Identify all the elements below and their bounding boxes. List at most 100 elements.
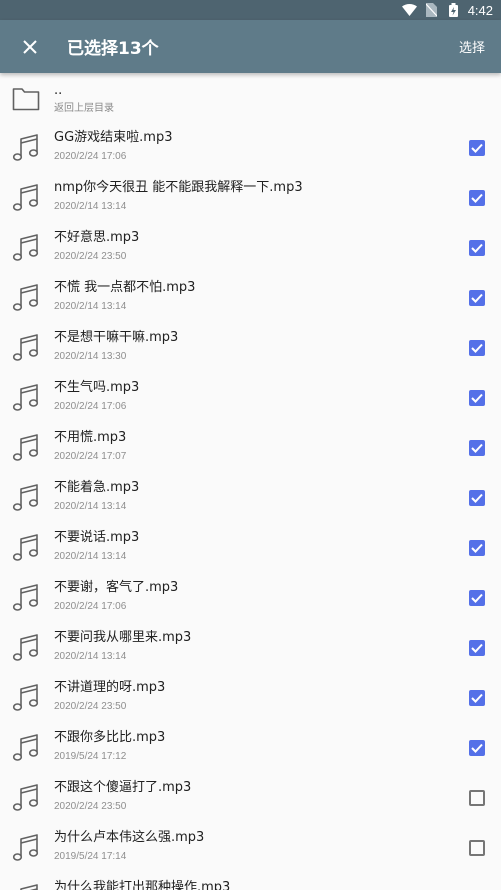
file-name: 不是想干嘛干嘛.mp3 xyxy=(54,330,179,345)
file-date: 2020/2/14 13:30 xyxy=(54,351,127,362)
list-item[interactable]: 不能着急.mp3 2020/2/14 13:14 xyxy=(0,473,501,523)
select-button[interactable]: 选择 xyxy=(459,37,485,56)
list-item[interactable]: 不是想干嘛干嘛.mp3 2020/2/14 13:30 xyxy=(0,323,501,373)
file-date: 2020/2/14 13:14 xyxy=(54,651,127,662)
parent-directory-row[interactable]: .. 返回上层目录 xyxy=(0,73,501,123)
music-note-icon xyxy=(12,734,39,761)
file-date: 2020/2/14 13:14 xyxy=(54,501,127,512)
wifi-icon xyxy=(402,2,418,18)
music-note-icon xyxy=(12,584,39,611)
music-note-icon xyxy=(12,784,39,811)
checkmark-icon xyxy=(471,643,483,653)
file-checkbox[interactable] xyxy=(469,640,485,656)
list-item[interactable]: GG游戏结束啦.mp3 2020/2/24 17:06 xyxy=(0,123,501,173)
music-note-icon xyxy=(12,184,39,211)
file-date: 2020/2/24 17:07 xyxy=(54,451,127,462)
file-name: 不能着急.mp3 xyxy=(54,480,140,495)
battery-icon xyxy=(446,2,462,18)
file-name: 不要谢，客气了.mp3 xyxy=(54,580,179,595)
close-icon xyxy=(23,39,37,54)
music-note-icon xyxy=(20,884,38,890)
file-checkbox[interactable] xyxy=(469,740,485,756)
list-item[interactable]: 不要说话.mp3 2020/2/14 13:14 xyxy=(0,523,501,573)
list-item[interactable]: 不用慌.mp3 2020/2/24 17:07 xyxy=(0,423,501,473)
file-checkbox[interactable] xyxy=(469,190,485,206)
list-item[interactable]: 不好意思.mp3 2020/2/24 23:50 xyxy=(0,223,501,273)
file-list: .. 返回上层目录 GG游戏结束啦.mp3 2020/2/24 17:06 nmp你… xyxy=(0,73,501,890)
status-bar: 4:42 xyxy=(0,0,501,20)
music-note-icon xyxy=(12,234,39,261)
file-checkbox[interactable] xyxy=(469,390,485,406)
file-checkbox[interactable] xyxy=(469,840,485,856)
music-note-icon xyxy=(12,634,39,661)
page-title: 已选择13个 xyxy=(67,39,159,59)
list-item[interactable]: 不跟这个傻逼打了.mp3 2020/2/24 23:50 xyxy=(0,773,501,823)
file-checkbox[interactable] xyxy=(469,690,485,706)
checkmark-icon xyxy=(471,743,483,753)
checkmark-icon xyxy=(471,393,483,403)
checkmark-icon xyxy=(471,693,483,703)
file-checkbox[interactable] xyxy=(469,540,485,556)
music-note-icon xyxy=(12,134,39,161)
file-date: 2020/2/14 13:14 xyxy=(54,301,127,312)
file-name: 不好意思.mp3 xyxy=(54,230,140,245)
list-item[interactable]: 不讲道理的呀.mp3 2020/2/24 23:50 xyxy=(0,673,501,723)
app-bar: 已选择13个 选择 xyxy=(0,20,501,73)
list-item[interactable]: 为什么我能打出那种操作.mp3 xyxy=(0,873,501,890)
music-note-icon xyxy=(12,434,39,461)
file-checkbox[interactable] xyxy=(469,490,485,506)
list-item[interactable]: 不慌 我一点都不怕.mp3 2020/2/14 13:14 xyxy=(0,273,501,323)
file-name: 不要说话.mp3 xyxy=(54,530,140,545)
list-item[interactable]: 不要问我从哪里来.mp3 2020/2/14 13:14 xyxy=(0,623,501,673)
music-note-icon xyxy=(12,334,39,361)
checkmark-icon xyxy=(471,593,483,603)
file-name: 为什么卢本伟这么强.mp3 xyxy=(54,830,205,845)
list-item[interactable]: 不生气吗.mp3 2020/2/24 17:06 xyxy=(0,373,501,423)
file-checkbox[interactable] xyxy=(469,340,485,356)
file-name: GG游戏结束啦.mp3 xyxy=(54,130,173,145)
file-checkbox[interactable] xyxy=(469,590,485,606)
file-checkbox[interactable] xyxy=(469,140,485,156)
file-date: 2019/5/24 17:14 xyxy=(54,851,127,862)
file-checkbox[interactable] xyxy=(469,440,485,456)
music-note-icon xyxy=(12,284,39,311)
no-sim-icon xyxy=(424,2,440,18)
file-date: 2020/2/24 17:06 xyxy=(54,151,127,162)
file-date: 2020/2/14 13:14 xyxy=(54,201,127,212)
file-name: 不慌 我一点都不怕.mp3 xyxy=(54,280,196,295)
file-date: 2019/5/24 17:12 xyxy=(54,751,127,762)
status-time: 4:42 xyxy=(467,2,493,18)
close-button[interactable] xyxy=(15,32,45,62)
music-note-icon xyxy=(12,534,39,561)
file-name: 不用慌.mp3 xyxy=(54,430,127,445)
checkmark-icon xyxy=(471,343,483,353)
list-item[interactable]: 为什么卢本伟这么强.mp3 2019/5/24 17:14 xyxy=(0,823,501,873)
list-item[interactable]: 不跟你多比比.mp3 2019/5/24 17:12 xyxy=(0,723,501,773)
file-name: 不跟你多比比.mp3 xyxy=(54,730,166,745)
music-note-icon xyxy=(12,834,39,861)
music-note-icon xyxy=(12,384,39,411)
checkmark-icon xyxy=(471,543,483,553)
list-item[interactable]: nmp你今天很丑 能不能跟我解释一下.mp3 2020/2/14 13:14 xyxy=(0,173,501,223)
checkmark-icon xyxy=(471,143,483,153)
file-date: 2020/2/24 17:06 xyxy=(54,601,127,612)
file-name: nmp你今天很丑 能不能跟我解释一下.mp3 xyxy=(54,180,303,195)
music-note-icon xyxy=(12,684,39,711)
file-date: 2020/2/24 23:50 xyxy=(54,701,127,712)
list-item[interactable]: 不要谢，客气了.mp3 2020/2/24 17:06 xyxy=(0,573,501,623)
checkmark-icon xyxy=(471,443,483,453)
file-checkbox[interactable] xyxy=(469,290,485,306)
file-checkbox[interactable] xyxy=(469,240,485,256)
checkmark-icon xyxy=(471,243,483,253)
file-date: 2020/2/24 23:50 xyxy=(54,801,127,812)
checkmark-icon xyxy=(471,193,483,203)
parent-subtitle: 返回上层目录 xyxy=(54,103,114,114)
file-checkbox[interactable] xyxy=(469,790,485,806)
file-date: 2020/2/14 13:14 xyxy=(54,551,127,562)
parent-name: .. xyxy=(54,83,63,98)
music-note-icon xyxy=(12,484,39,511)
file-date: 2020/2/24 17:06 xyxy=(54,401,127,412)
checkmark-icon xyxy=(471,493,483,503)
checkmark-icon xyxy=(471,293,483,303)
file-name: 不要问我从哪里来.mp3 xyxy=(54,630,192,645)
